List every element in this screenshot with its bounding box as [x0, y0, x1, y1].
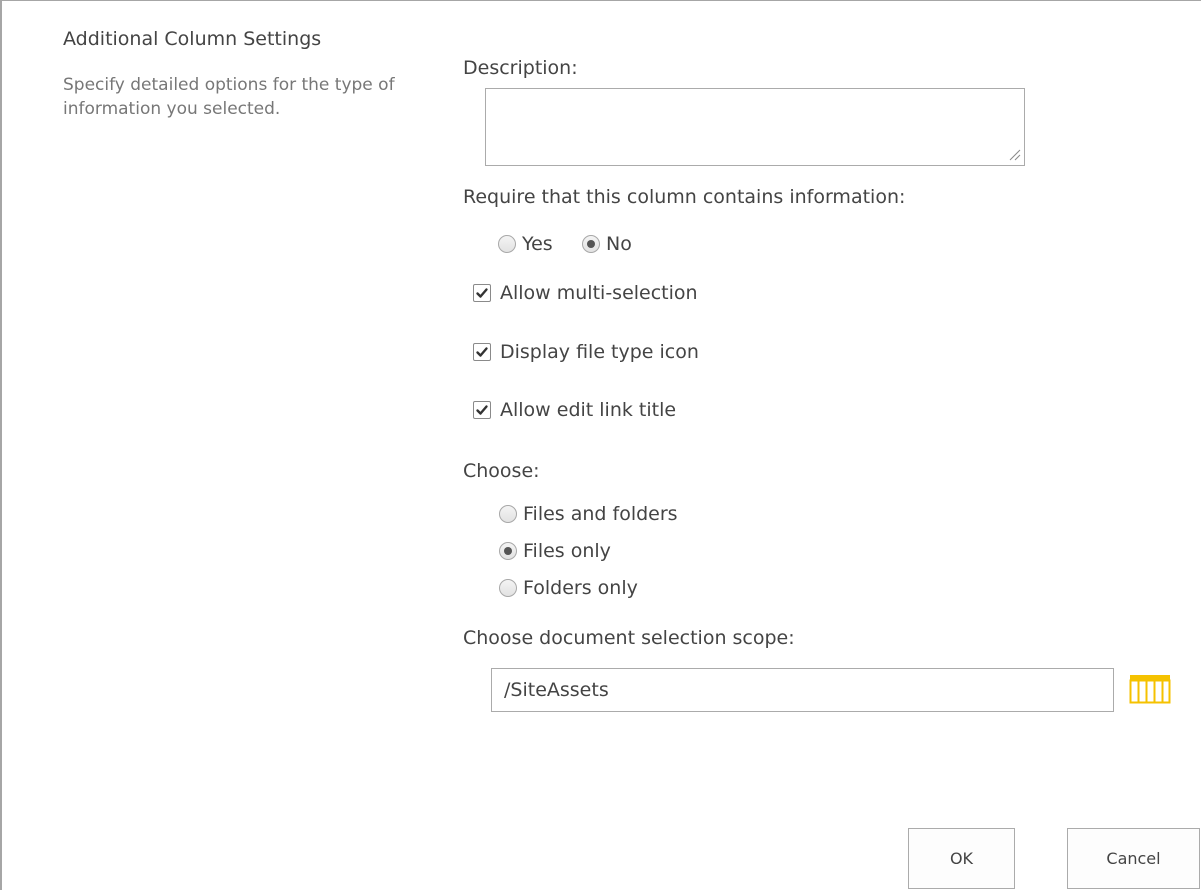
cancel-button[interactable]: Cancel	[1067, 828, 1200, 889]
choose-files-only-option[interactable]: Files only	[499, 540, 611, 562]
allow-multi-selection-label: Allow multi-selection	[500, 282, 698, 304]
files-only-label: Files only	[523, 540, 611, 562]
choose-label: Choose:	[463, 460, 540, 482]
description-label: Description:	[463, 57, 578, 79]
require-label: Require that this column contains inform…	[463, 186, 906, 208]
allow-edit-link-title-option[interactable]: Allow edit link title	[473, 399, 676, 421]
section-title: Additional Column Settings	[63, 28, 322, 50]
description-textarea[interactable]	[485, 88, 1025, 166]
allow-edit-link-title-checkbox[interactable]	[473, 401, 491, 419]
choose-files-and-folders-option[interactable]: Files and folders	[499, 503, 678, 525]
section-description: Specify detailed options for the type of…	[63, 75, 395, 119]
display-file-type-icon-option[interactable]: Display file type icon	[473, 341, 699, 363]
browse-icon[interactable]	[1129, 673, 1171, 705]
allow-edit-link-title-label: Allow edit link title	[500, 399, 677, 421]
require-no-label: No	[606, 233, 632, 255]
display-file-type-icon-checkbox[interactable]	[473, 343, 491, 361]
require-no-option[interactable]: No	[582, 233, 632, 255]
checkmark-icon	[476, 405, 488, 415]
display-file-type-icon-label: Display file type icon	[500, 341, 699, 363]
files-and-folders-label: Files and folders	[523, 503, 678, 525]
scope-label: Choose document selection scope:	[463, 627, 795, 649]
require-no-radio[interactable]	[582, 235, 600, 253]
folders-only-label: Folders only	[523, 577, 638, 599]
scope-input[interactable]	[491, 668, 1114, 712]
allow-multi-selection-option[interactable]: Allow multi-selection	[473, 282, 698, 304]
choose-folders-only-option[interactable]: Folders only	[499, 577, 638, 599]
require-yes-label: Yes	[522, 233, 553, 255]
require-yes-radio[interactable]	[498, 235, 516, 253]
folders-only-radio[interactable]	[499, 579, 517, 597]
files-only-radio[interactable]	[499, 542, 517, 560]
ok-button[interactable]: OK	[908, 828, 1015, 889]
checkmark-icon	[476, 288, 488, 298]
require-yes-option[interactable]: Yes	[498, 233, 553, 255]
allow-multi-selection-checkbox[interactable]	[473, 284, 491, 302]
column-settings-panel: Additional Column Settings Specify detai…	[0, 0, 1201, 890]
files-and-folders-radio[interactable]	[499, 505, 517, 523]
checkmark-icon	[476, 347, 488, 357]
